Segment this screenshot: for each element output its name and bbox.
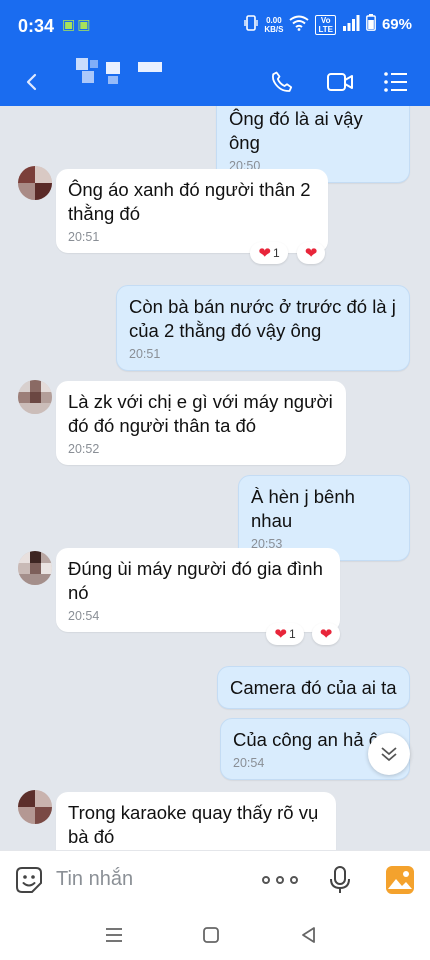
- microphone-icon: [330, 866, 350, 893]
- message-input[interactable]: Tin nhắn: [56, 868, 133, 891]
- video-call-button[interactable]: [322, 64, 358, 100]
- message-list[interactable]: Ông đó là ai vậy ông 20:50 Ông áo xanh đ…: [0, 106, 430, 850]
- battery-icon: [366, 14, 376, 35]
- vibrate-icon: [244, 14, 259, 35]
- call-button[interactable]: [264, 64, 300, 100]
- message-time: 20:54: [68, 609, 100, 623]
- sticker-icon: [16, 867, 42, 893]
- recent-apps-button[interactable]: [103, 924, 125, 946]
- avatar[interactable]: [18, 380, 52, 414]
- message-text: Là zk với chị e gì với máy người đó đó n…: [68, 391, 333, 436]
- battery-percent: 69%: [381, 16, 412, 33]
- emoji-button[interactable]: [14, 865, 44, 895]
- wifi-icon: [289, 15, 310, 35]
- message-time: 20:52: [68, 442, 100, 456]
- reaction-count-text: 1: [288, 627, 296, 641]
- message-text: Ông đó là ai vậy ông: [229, 108, 363, 153]
- message-text: Trong karaoke quay thấy rõ vụ bà đó: [68, 802, 319, 847]
- heart-icon: ❤: [274, 625, 287, 643]
- reaction-count[interactable]: ❤ 1: [266, 623, 304, 645]
- video-call-icon: [327, 73, 353, 91]
- back-icon: [26, 73, 37, 91]
- recents-icon: [106, 928, 122, 942]
- back-nav-button[interactable]: [298, 924, 320, 946]
- home-button[interactable]: [200, 924, 222, 946]
- message-text: Camera đó của ai ta: [230, 677, 397, 698]
- system-nav-bar: [0, 910, 430, 960]
- double-chevron-down-icon: [381, 747, 397, 762]
- menu-icon: [384, 72, 407, 92]
- more-options-button[interactable]: [262, 869, 298, 891]
- heart-icon: ❤: [304, 244, 318, 262]
- reaction-count[interactable]: ❤ 1: [250, 242, 288, 264]
- image-button[interactable]: [385, 865, 415, 895]
- status-time: 0:34: [18, 16, 55, 36]
- add-reaction-button[interactable]: ❤: [297, 242, 325, 264]
- avatar[interactable]: [18, 166, 52, 200]
- chat-header: [0, 56, 430, 106]
- phone-icon: [271, 71, 293, 92]
- message-text: Còn bà bán nước ở trước đó là j của 2 th…: [129, 296, 396, 341]
- message-text: À hèn j bênh nhau: [251, 486, 355, 531]
- heart-icon: ❤: [258, 244, 271, 262]
- voice-record-button[interactable]: [328, 865, 352, 895]
- dot-icon: [276, 876, 284, 884]
- scroll-to-bottom-button[interactable]: [368, 733, 410, 775]
- network-speed: 0.00 KB/S: [264, 15, 284, 34]
- contact-name-pixelated[interactable]: [72, 56, 172, 90]
- dot-icon: [290, 876, 298, 884]
- message-received[interactable]: Là zk với chị e gì với máy người đó đó n…: [56, 381, 346, 465]
- menu-button[interactable]: [378, 64, 414, 100]
- heart-icon: ❤: [319, 625, 333, 643]
- notification-icons: ▣▣: [62, 16, 93, 32]
- message-time: 20:51: [129, 347, 161, 361]
- status-right: 0.00 KB/S Vo LTE 69%: [244, 14, 412, 35]
- message-received[interactable]: Ông áo xanh đó người thân 2 thằng đó 20:…: [56, 169, 328, 253]
- home-icon: [203, 927, 219, 943]
- message-input-bar: Tin nhắn: [0, 850, 430, 910]
- message-received[interactable]: Đúng ùi máy người đó gia đình nó 20:54: [56, 548, 340, 632]
- add-reaction-button[interactable]: ❤: [312, 623, 340, 645]
- avatar[interactable]: [18, 551, 52, 585]
- signal-icon: [342, 14, 360, 35]
- reaction-count-text: 1: [272, 246, 280, 260]
- message-sent[interactable]: Camera đó của ai ta: [217, 666, 410, 709]
- triangle-back-icon: [302, 927, 315, 943]
- avatar[interactable]: [18, 790, 52, 824]
- volte-badge: Vo LTE: [315, 14, 336, 35]
- message-text: Của công an hả ô: [233, 729, 380, 750]
- message-received[interactable]: Trong karaoke quay thấy rõ vụ bà đó: [56, 792, 336, 850]
- status-bar: 0:34 ▣▣ 0.00 KB/S Vo LTE 69%: [0, 0, 430, 56]
- message-text: Đúng ùi máy người đó gia đình nó: [68, 558, 323, 603]
- message-text: Ông áo xanh đó người thân 2 thằng đó: [68, 179, 311, 224]
- back-button[interactable]: [14, 64, 50, 100]
- image-icon: [386, 866, 414, 894]
- dot-icon: [262, 876, 270, 884]
- message-sent[interactable]: Còn bà bán nước ở trước đó là j của 2 th…: [116, 285, 410, 371]
